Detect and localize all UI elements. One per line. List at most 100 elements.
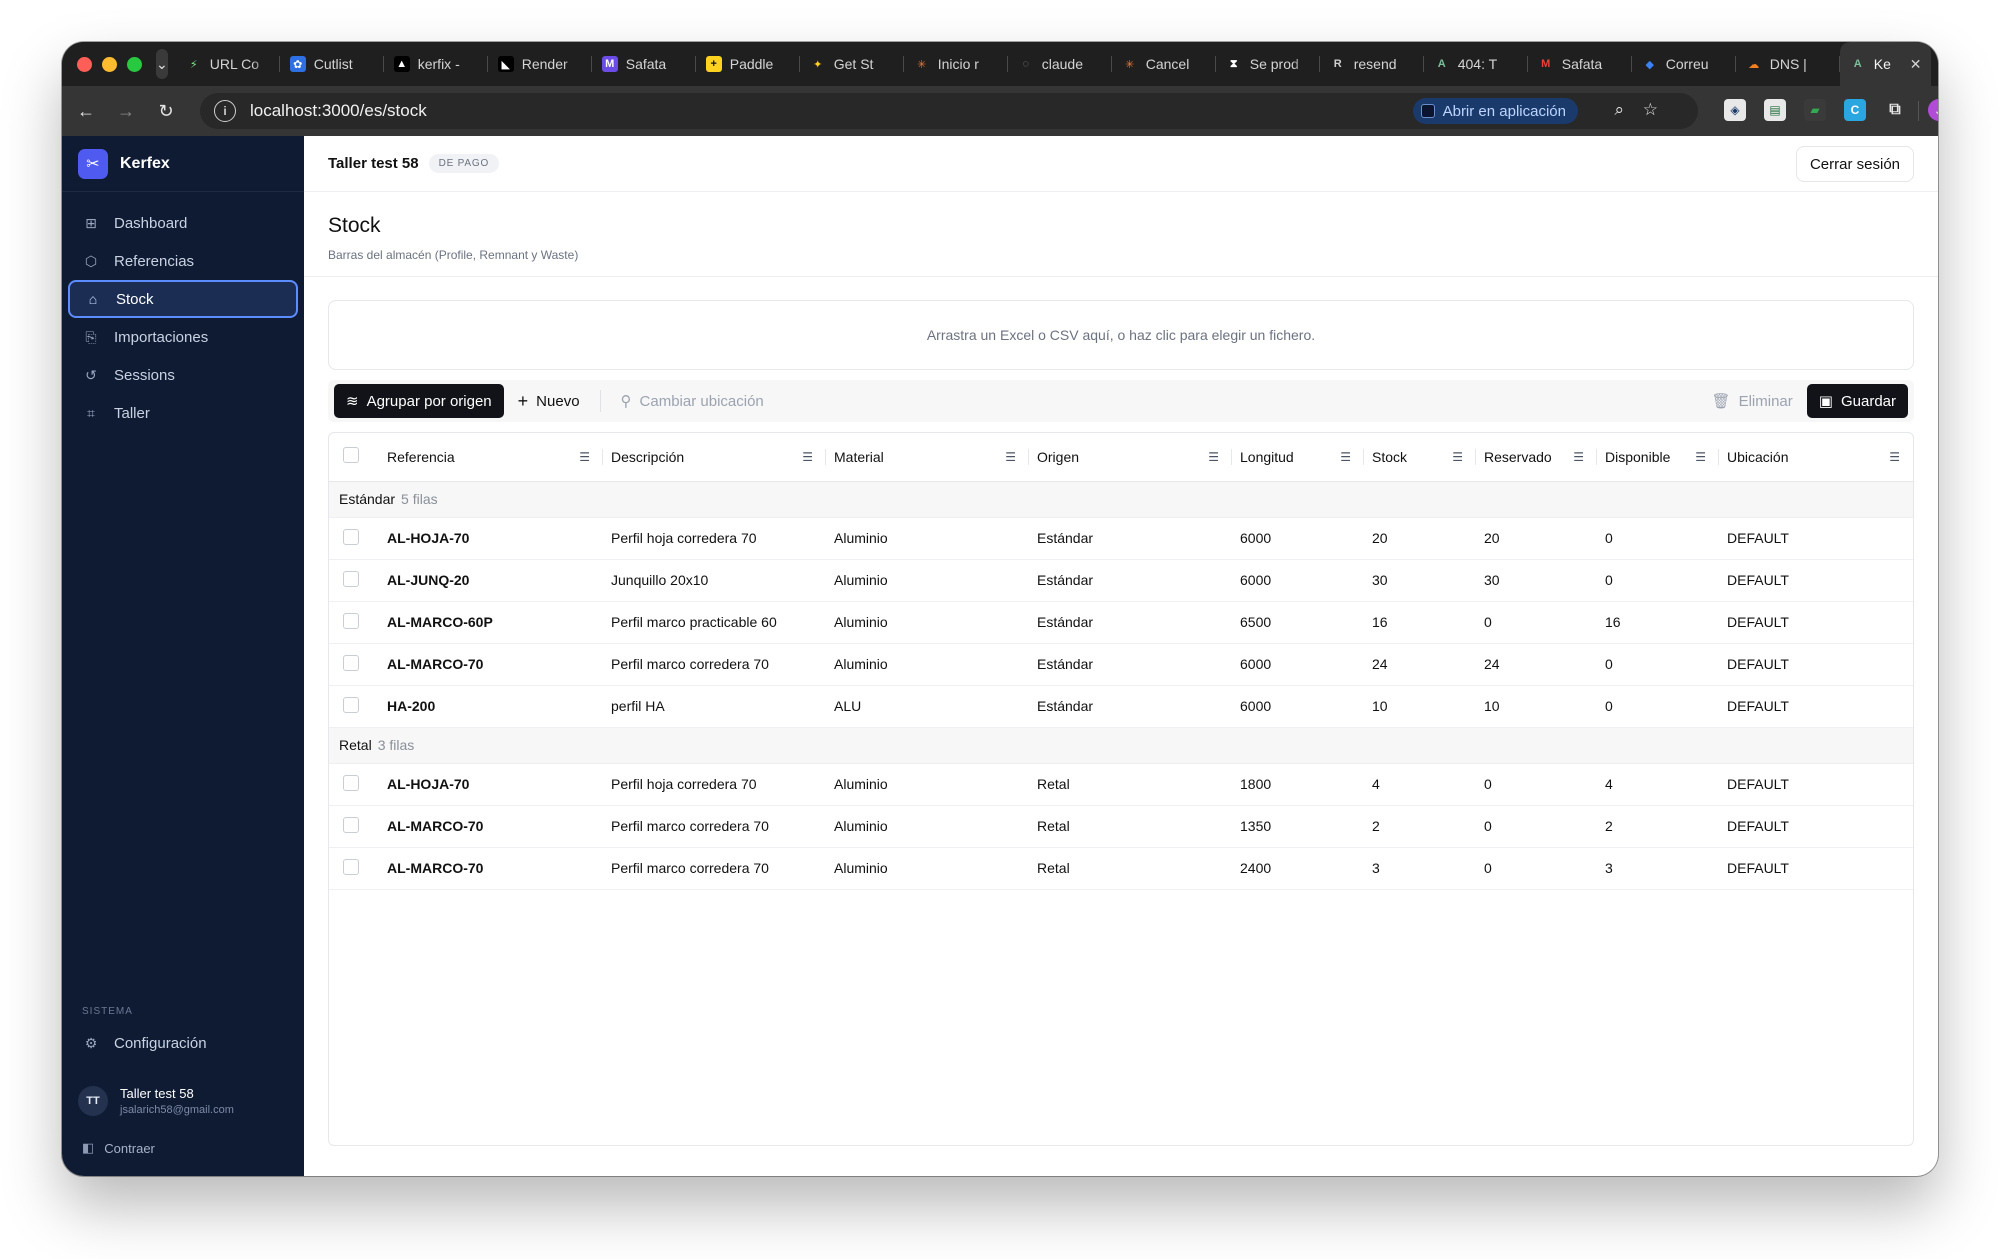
- browser-tab[interactable]: ◌ claude: [1008, 42, 1112, 86]
- filter-icon[interactable]: ☰: [1695, 450, 1706, 464]
- extension-c-icon[interactable]: C: [1844, 99, 1866, 121]
- table-row[interactable]: AL-MARCO-70 Perfil marco corredera 70 Alum…: [329, 643, 1913, 686]
- browser-tab[interactable]: ◆ Correu: [1632, 42, 1736, 86]
- close-tab-icon[interactable]: ✕: [1910, 56, 1922, 73]
- row-checkbox[interactable]: [343, 816, 359, 833]
- sidebar-item-dashboard[interactable]: ⊞ Dashboard: [68, 204, 298, 242]
- url-text[interactable]: localhost:3000/es/stock: [250, 101, 427, 121]
- column-header[interactable]: Origen ☰: [1029, 433, 1232, 482]
- forward-icon[interactable]: →: [106, 101, 146, 122]
- filter-icon[interactable]: ☰: [802, 450, 813, 464]
- site-info-icon[interactable]: i: [214, 100, 236, 122]
- open-in-app-label: Abrir en aplicación: [1442, 102, 1566, 120]
- reload-icon[interactable]: ↻: [146, 101, 186, 122]
- column-header[interactable]: Stock ☰: [1364, 433, 1476, 482]
- row-checkbox[interactable]: [343, 774, 359, 791]
- row-checkbox[interactable]: [343, 654, 359, 671]
- column-header[interactable]: Material ☰: [826, 433, 1029, 482]
- user-name: Taller test 58: [120, 1086, 194, 1101]
- save-button[interactable]: ▣ Guardar: [1806, 384, 1908, 418]
- table-cell: 0: [1476, 805, 1597, 848]
- browser-tab[interactable]: Rresend: [1320, 42, 1424, 86]
- column-header-label: Disponible: [1605, 448, 1671, 465]
- group-row[interactable]: Retal 3 filas: [329, 727, 1913, 764]
- table-cell: DEFAULT: [1719, 517, 1913, 560]
- browser-tab[interactable]: M Safata: [592, 42, 696, 86]
- browser-tab[interactable]: + Paddle: [696, 42, 800, 86]
- close-window-button[interactable]: [77, 56, 92, 72]
- row-checkbox[interactable]: [343, 858, 359, 875]
- row-checkbox[interactable]: [343, 612, 359, 629]
- table-row[interactable]: AL-HOJA-70 Perfil hoja corredera 70 Alumin…: [329, 763, 1913, 806]
- profile-avatar[interactable]: J: [1928, 99, 1938, 121]
- extension-shield-icon[interactable]: ◈: [1724, 99, 1746, 121]
- filter-icon[interactable]: ☰: [1452, 450, 1463, 464]
- browser-tab[interactable]: ✿ Cutlist: [280, 42, 384, 86]
- browser-tab[interactable]: ✳ Inicio r: [904, 42, 1008, 86]
- browser-tab[interactable]: ⧗ Se prod: [1216, 42, 1320, 86]
- table-row[interactable]: HA-200 perfil HA ALU Estándar 6000 10 10 0 DEFAU…: [329, 685, 1913, 728]
- sidebar-item-taller[interactable]: ⌗ Taller: [68, 394, 298, 432]
- filter-icon[interactable]: ☰: [1573, 450, 1584, 464]
- bookmark-star-icon[interactable]: ☆: [1643, 100, 1658, 120]
- column-header[interactable]: Longitud ☰: [1232, 433, 1364, 482]
- sidebar-item-sessions[interactable]: ↺ Sessions: [68, 356, 298, 394]
- table-cell: 30: [1364, 559, 1476, 602]
- column-header[interactable]: Reservado ☰: [1476, 433, 1597, 482]
- table-row[interactable]: AL-JUNQ-20 Junquillo 20x10 Aluminio Estánda…: [329, 559, 1913, 602]
- browser-tab[interactable]: ✦ Get St: [800, 42, 904, 86]
- change-location-button[interactable]: ⚲ Cambiar ubicación: [607, 384, 778, 418]
- delete-button[interactable]: 🗑 Eliminar: [1698, 384, 1807, 418]
- table-cell: Retal: [1029, 805, 1232, 848]
- browser-tab[interactable]: ▲ kerfix -: [384, 42, 488, 86]
- column-header[interactable]: Descripción ☰: [603, 433, 826, 482]
- extension-sheet-icon[interactable]: ▤: [1764, 99, 1786, 121]
- user-card[interactable]: TT Taller test 58 jsalarich58@gmail.com: [78, 1086, 234, 1116]
- maximize-window-button[interactable]: [127, 56, 142, 72]
- filter-icon[interactable]: ☰: [1005, 450, 1016, 464]
- address-bar[interactable]: i localhost:3000/es/stock Abrir en aplic…: [200, 93, 1698, 129]
- browser-tab[interactable]: ✳ Cancel: [1112, 42, 1216, 86]
- column-header[interactable]: Referencia ☰: [379, 433, 603, 482]
- table-cell: Aluminio: [826, 601, 1029, 644]
- file-dropzone[interactable]: Arrastra un Excel o CSV aquí, o haz clic…: [328, 300, 1914, 370]
- group-by-origin-button[interactable]: ≋ Agrupar por origen: [334, 384, 504, 418]
- browser-tab[interactable]: ◣ Render: [488, 42, 592, 86]
- filter-icon[interactable]: ☰: [1889, 450, 1900, 464]
- extensions-puzzle-icon[interactable]: ⧉: [1884, 99, 1906, 121]
- zoom-icon[interactable]: ⌕: [1614, 100, 1624, 120]
- row-checkbox[interactable]: [343, 570, 359, 587]
- collapse-sidebar-button[interactable]: ◧ Contraer: [82, 1140, 155, 1156]
- open-in-app-button[interactable]: Abrir en aplicación: [1412, 98, 1578, 124]
- extension-android-icon[interactable]: ▰: [1804, 99, 1826, 121]
- browser-tab[interactable]: A Ke ✕: [1839, 42, 1932, 86]
- brand[interactable]: ✂ Kerfex: [62, 136, 304, 192]
- minimize-window-button[interactable]: [102, 56, 117, 72]
- sidebar-item-importaciones[interactable]: ⎘ Importaciones: [68, 318, 298, 356]
- logout-button[interactable]: Cerrar sesión: [1795, 146, 1914, 182]
- tab-search-button[interactable]: ⌄: [156, 49, 168, 79]
- browser-tab[interactable]: ⚡ URL Co: [176, 42, 280, 86]
- column-header[interactable]: Ubicación ☰: [1719, 433, 1913, 482]
- filter-icon[interactable]: ☰: [579, 450, 590, 464]
- new-button[interactable]: + Nuevo: [504, 384, 594, 418]
- sidebar-item-stock[interactable]: ⌂ Stock: [68, 280, 298, 318]
- sidebar-item-referencias[interactable]: ⬡ Referencias: [68, 242, 298, 280]
- group-row[interactable]: Estándar 5 filas: [329, 481, 1913, 518]
- column-header[interactable]: Disponible ☰: [1597, 433, 1719, 482]
- table-row[interactable]: AL-HOJA-70 Perfil hoja corredera 70 Alumin…: [329, 517, 1913, 560]
- sidebar-item-configuracion[interactable]: ⚙ Configuración: [68, 1024, 298, 1062]
- table-cell: Aluminio: [826, 643, 1029, 686]
- table-row[interactable]: AL-MARCO-60P Perfil marco practicable 60 A…: [329, 601, 1913, 644]
- browser-tab[interactable]: ☁ DNS |: [1736, 42, 1840, 86]
- filter-icon[interactable]: ☰: [1340, 450, 1351, 464]
- back-icon[interactable]: ←: [66, 101, 106, 122]
- row-checkbox[interactable]: [343, 528, 359, 545]
- table-row[interactable]: AL-MARCO-70 Perfil marco corredera 70 Alum…: [329, 847, 1913, 890]
- row-checkbox[interactable]: [343, 696, 359, 713]
- table-row[interactable]: AL-MARCO-70 Perfil marco corredera 70 Alum…: [329, 805, 1913, 848]
- filter-icon[interactable]: ☰: [1208, 450, 1219, 464]
- browser-tab[interactable]: M Safata: [1528, 42, 1632, 86]
- browser-tab[interactable]: A 404: T: [1424, 42, 1528, 86]
- select-all-checkbox[interactable]: [343, 447, 359, 464]
